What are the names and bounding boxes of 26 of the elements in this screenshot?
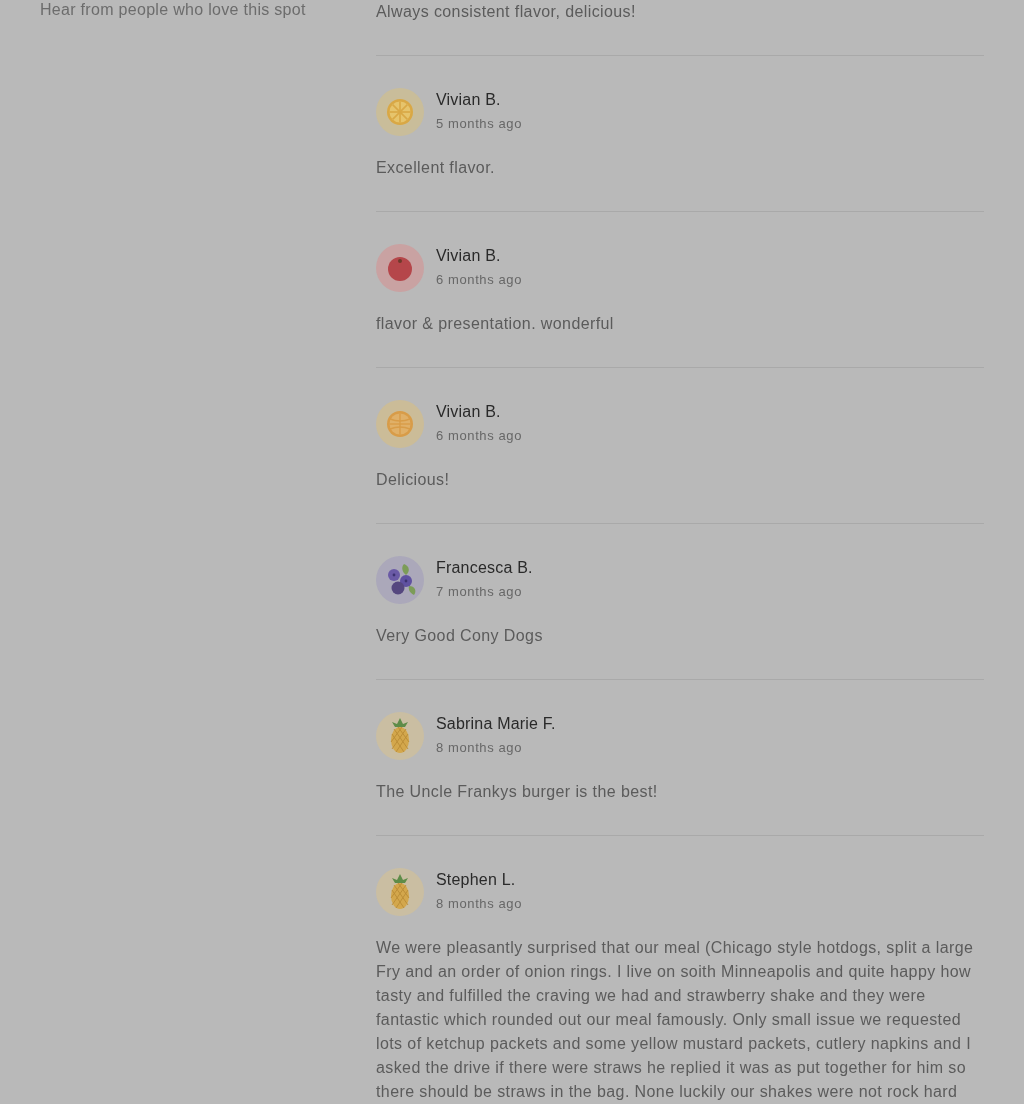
review-text: Excellent flavor. <box>376 158 495 178</box>
pineapple-icon <box>376 868 424 916</box>
review-text: Always consistent flavor, delicious! <box>376 2 636 22</box>
reviewer-name: Vivian B. <box>436 246 501 266</box>
reviewer-name: Sabrina Marie F. <box>436 714 556 734</box>
section-heading: Hear from people who love this spot <box>40 0 306 20</box>
review-time: 6 months ago <box>436 271 522 289</box>
reviewer-name: Francesca B. <box>436 558 533 578</box>
review-text: The Uncle Frankys burger is the best! <box>376 782 658 802</box>
reviewer-name: Vivian B. <box>436 90 501 110</box>
review-text: Very Good Cony Dogs <box>376 626 543 646</box>
review-text: Delicious! <box>376 470 450 490</box>
tomato-icon <box>376 244 424 292</box>
pineapple-icon <box>376 712 424 760</box>
citrus-slice-icon <box>376 400 424 448</box>
review-time: 6 months ago <box>436 427 522 445</box>
review-time: 5 months ago <box>436 115 522 133</box>
lemon-slice-icon <box>376 88 424 136</box>
review-time: 8 months ago <box>436 895 522 913</box>
review-text: We were pleasantly surprised that our meal (Chicago style hotdogs, split a large Fry and an order of onion rings. I live on soith Minneapolis and quite happy how tasty and fulfilled the craving we had and strawberry shake and they were fantastic which rounded out our meal famously. Only small issue we requested lots of ketchup packets and some yellow mustard packets, cutlery napkins and I asked the drive if there were straws he replied it was as put together for him so there should be straws in the bag. None luckily our shakes were not rock hard <box>376 938 975 1102</box>
reviewer-name: Vivian B. <box>436 402 501 422</box>
review-time: 7 months ago <box>436 583 522 601</box>
berries-icon <box>376 556 424 604</box>
review-text: flavor & presentation. wonderful <box>376 314 614 334</box>
reviewer-name: Stephen L. <box>436 870 516 890</box>
review-time: 8 months ago <box>436 739 522 757</box>
